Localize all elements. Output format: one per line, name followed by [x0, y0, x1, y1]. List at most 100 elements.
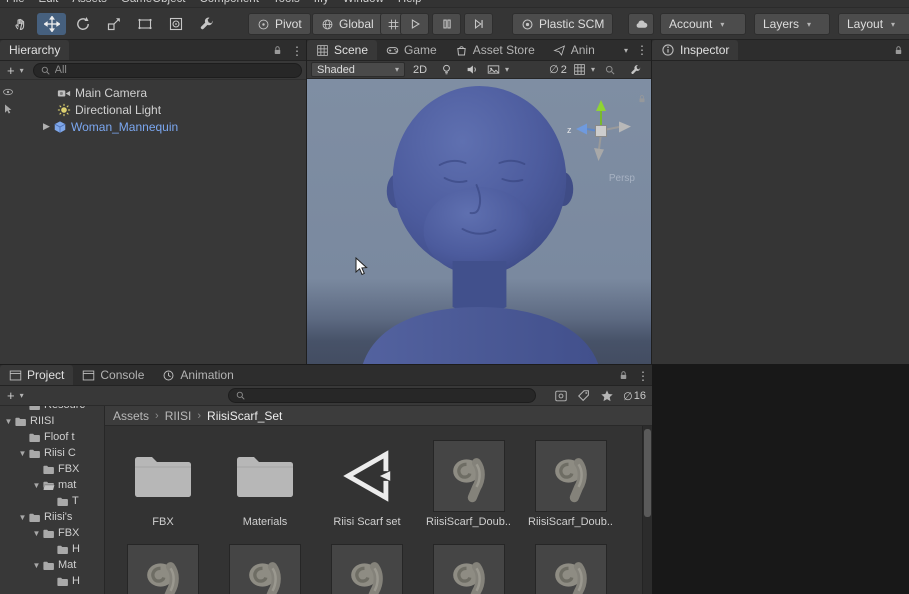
hierarchy-search-input[interactable]	[55, 64, 295, 76]
toggle-2d-button[interactable]: 2D	[409, 62, 431, 77]
create-object-button[interactable]: +▾	[4, 64, 27, 77]
rect-tool-button[interactable]	[130, 13, 159, 35]
asset-materials[interactable]: Materials	[229, 440, 301, 528]
custom-tools-tool-button[interactable]	[192, 13, 221, 35]
asset-thumbnail-item[interactable]	[331, 544, 403, 594]
orientation-gizmo[interactable]: z	[565, 95, 637, 167]
scene-viewport[interactable]: z Persp	[307, 79, 651, 364]
chevron-down-icon[interactable]: ▾	[624, 46, 628, 55]
global-toggle-button[interactable]: Global	[312, 13, 383, 35]
kebab-menu-icon[interactable]: ⋮	[637, 370, 647, 382]
lock-icon[interactable]	[618, 369, 629, 382]
menu-item-iffy[interactable]: Iffy	[314, 0, 329, 7]
label-filter-icon[interactable]	[577, 389, 591, 403]
menu-item-tools[interactable]: Tools	[273, 0, 300, 7]
scene-effects-dropdown[interactable]: ▾	[487, 62, 509, 77]
tree-item-mat[interactable]: ▼mat	[0, 477, 104, 493]
asset-riisi-scarf-set[interactable]: Riisi Scarf set	[331, 440, 403, 528]
play-button[interactable]	[400, 13, 429, 35]
kebab-menu-icon[interactable]: ⋮	[291, 45, 301, 57]
scene-audio-button[interactable]	[461, 62, 483, 77]
expand-arrow-icon[interactable]: ▶	[40, 121, 53, 132]
asset-riisiscarf-doub[interactable]: RiisiScarf_Doub...	[433, 440, 505, 528]
favorites-icon[interactable]	[600, 389, 614, 403]
move-tool-button[interactable]	[37, 13, 66, 35]
tree-item-mat[interactable]: ▼Mat	[0, 557, 104, 573]
breadcrumb-riisi[interactable]: RIISI	[165, 409, 192, 423]
scrollbar-thumb[interactable]	[644, 429, 651, 517]
menu-item-component[interactable]: Component	[199, 0, 258, 7]
hierarchy-item-directional-light[interactable]: Directional Light	[0, 101, 306, 118]
menu-item-assets[interactable]: Assets	[72, 0, 107, 7]
viewport-lock-icon[interactable]	[637, 93, 647, 105]
tab-project[interactable]: Project	[0, 365, 73, 385]
hierarchy-item-main-camera[interactable]: Main Camera	[0, 84, 306, 101]
asset-fbx[interactable]: FBX	[127, 440, 199, 528]
cloud-services-button[interactable]	[628, 13, 654, 35]
tree-item-riisi-c[interactable]: ▼Riisi C	[0, 445, 104, 461]
menu-item-window[interactable]: Window	[343, 0, 384, 7]
hand-tool-button[interactable]	[6, 13, 35, 35]
packages-filter-icon[interactable]	[554, 389, 568, 403]
tab-inspector[interactable]: Inspector	[652, 40, 738, 60]
tree-item-t[interactable]: T	[0, 493, 104, 509]
expand-arrow-icon[interactable]: ▼	[31, 561, 42, 570]
breadcrumb-riisiscarf-set[interactable]: RiisiScarf_Set	[207, 409, 282, 423]
breadcrumb-assets[interactable]: Assets	[113, 409, 149, 423]
menu-item-file[interactable]: File	[6, 0, 25, 7]
expand-arrow-icon[interactable]: ▼	[17, 449, 28, 458]
hidden-objects-toggle[interactable]: ∅ 2	[547, 62, 569, 77]
tab-console[interactable]: Console	[73, 365, 153, 385]
transform-tool-button[interactable]	[161, 13, 190, 35]
tree-item-riisi[interactable]: ▼RIISI	[0, 413, 104, 429]
scene-search-button[interactable]	[599, 62, 621, 77]
hierarchy-item-woman-mannequin[interactable]: ▶Woman_Mannequin	[0, 118, 306, 135]
menu-item-gameobject[interactable]: GameObject	[121, 0, 186, 7]
scene-lighting-button[interactable]	[435, 62, 457, 77]
pause-button[interactable]	[432, 13, 461, 35]
expand-arrow-icon[interactable]: ▼	[17, 513, 28, 522]
tree-item-resourc[interactable]: Resourc	[0, 406, 104, 413]
account-dropdown[interactable]: Account ▾	[660, 13, 746, 35]
tab-asset-store[interactable]: Asset Store	[446, 40, 544, 60]
draw-mode-dropdown[interactable]: Shaded ▾	[311, 62, 405, 77]
project-search-input[interactable]	[250, 390, 529, 402]
tab-animation[interactable]: Animation	[153, 365, 242, 385]
layers-dropdown[interactable]: Layers ▾	[754, 13, 830, 35]
expand-arrow-icon[interactable]: ▼	[3, 417, 14, 426]
lock-icon[interactable]	[893, 44, 904, 57]
asset-thumbnail-item[interactable]	[535, 544, 607, 594]
plastic-scm-button[interactable]: Plastic SCM	[512, 13, 613, 35]
menu-item-help[interactable]: Help	[398, 0, 422, 7]
visibility-eye-icon[interactable]	[2, 86, 14, 98]
tab-hierarchy[interactable]: Hierarchy	[0, 40, 69, 60]
asset-thumbnail-item[interactable]	[229, 544, 301, 594]
asset-thumbnail-item[interactable]	[433, 544, 505, 594]
tree-item-h[interactable]: H	[0, 573, 104, 589]
rotate-tool-button[interactable]	[68, 13, 97, 35]
asset-riisiscarf-doub[interactable]: RiisiScarf_Doub...	[535, 440, 607, 528]
tree-item-fbx[interactable]: ▼FBX	[0, 525, 104, 541]
vertical-scrollbar[interactable]	[642, 426, 652, 594]
lock-icon[interactable]	[272, 44, 283, 57]
scale-tool-button[interactable]	[99, 13, 128, 35]
kebab-menu-icon[interactable]: ⋮	[636, 44, 646, 56]
step-button[interactable]	[464, 13, 493, 35]
tree-item-fbx[interactable]: FBX	[0, 461, 104, 477]
expand-arrow-icon[interactable]: ▼	[31, 529, 42, 538]
create-asset-button[interactable]: +▾	[4, 389, 27, 402]
tree-item-floof-t[interactable]: Floof t	[0, 429, 104, 445]
expand-arrow-icon[interactable]: ▼	[31, 481, 42, 490]
hidden-asset-count[interactable]: ∅ 16	[623, 390, 646, 403]
menu-item-edit[interactable]: Edit	[39, 0, 59, 7]
scene-tools-button[interactable]	[625, 62, 647, 77]
pivot-toggle-button[interactable]: Pivot	[248, 13, 311, 35]
tab-anin[interactable]: Anin	[544, 40, 604, 60]
asset-thumbnail-item[interactable]	[127, 544, 199, 594]
grid-visibility-dropdown[interactable]: ▾	[573, 62, 595, 77]
tree-item-h[interactable]: H	[0, 541, 104, 557]
tab-game[interactable]: Game	[377, 40, 446, 60]
pickability-icon[interactable]	[2, 103, 14, 115]
tab-scene[interactable]: Scene	[307, 40, 377, 60]
layout-dropdown[interactable]: Layout ▾	[838, 13, 909, 35]
